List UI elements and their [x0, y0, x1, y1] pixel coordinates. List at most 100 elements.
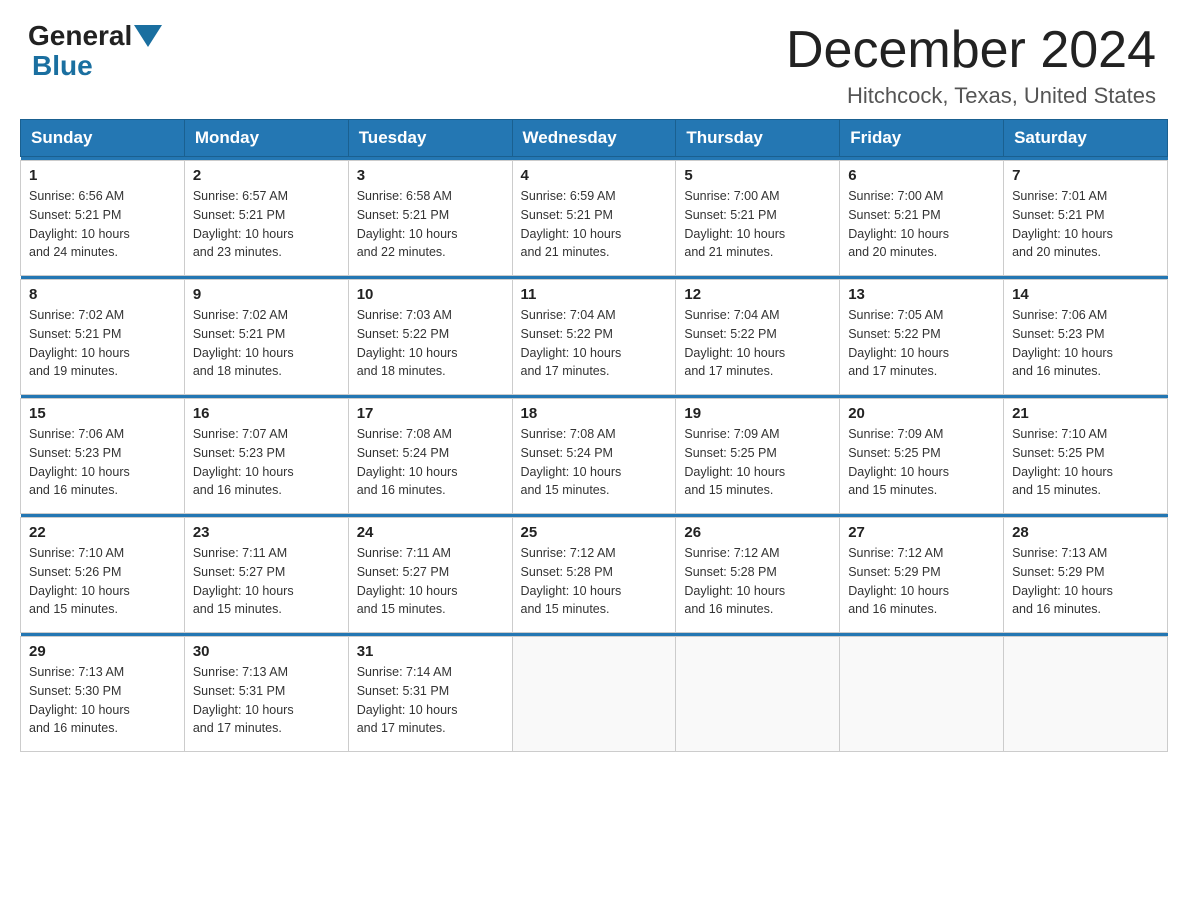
- calendar-body: 1 Sunrise: 6:56 AMSunset: 5:21 PMDaylight…: [21, 157, 1168, 752]
- header-day-monday: Monday: [184, 120, 348, 157]
- header-day-sunday: Sunday: [21, 120, 185, 157]
- day-info: Sunrise: 7:12 AMSunset: 5:28 PMDaylight:…: [684, 544, 831, 619]
- table-row: 23Sunrise: 7:11 AMSunset: 5:27 PMDayligh…: [184, 518, 348, 633]
- day-info: Sunrise: 7:10 AMSunset: 5:25 PMDaylight:…: [1012, 425, 1159, 500]
- table-row: 22Sunrise: 7:10 AMSunset: 5:26 PMDayligh…: [21, 518, 185, 633]
- table-row: [1004, 637, 1168, 752]
- table-row: 1 Sunrise: 6:56 AMSunset: 5:21 PMDaylight…: [21, 161, 185, 276]
- logo-blue-text: Blue: [32, 50, 93, 82]
- table-row: 5 Sunrise: 7:00 AMSunset: 5:21 PMDaylight…: [676, 161, 840, 276]
- table-row: 11 Sunrise: 7:04 AMSunset: 5:22 PMDayligh…: [512, 280, 676, 395]
- day-number: 12: [684, 286, 831, 303]
- day-info: Sunrise: 6:59 AMSunset: 5:21 PMDaylight:…: [521, 187, 668, 262]
- day-number: 16: [193, 405, 340, 422]
- table-row: 9Sunrise: 7:02 AMSunset: 5:21 PMDaylight…: [184, 280, 348, 395]
- day-info: Sunrise: 7:10 AMSunset: 5:26 PMDaylight:…: [29, 544, 176, 619]
- day-number: 3: [357, 167, 504, 184]
- day-number: 13: [848, 286, 995, 303]
- header-day-wednesday: Wednesday: [512, 120, 676, 157]
- day-number: 17: [357, 405, 504, 422]
- day-info: Sunrise: 7:13 AMSunset: 5:30 PMDaylight:…: [29, 663, 176, 738]
- day-info: Sunrise: 7:12 AMSunset: 5:29 PMDaylight:…: [848, 544, 995, 619]
- calendar-header: SundayMondayTuesdayWednesdayThursdayFrid…: [21, 120, 1168, 157]
- header-day-saturday: Saturday: [1004, 120, 1168, 157]
- day-info: Sunrise: 6:56 AMSunset: 5:21 PMDaylight:…: [29, 187, 176, 262]
- table-row: 15Sunrise: 7:06 AMSunset: 5:23 PMDayligh…: [21, 399, 185, 514]
- table-row: 31 Sunrise: 7:14 AMSunset: 5:31 PMDayligh…: [348, 637, 512, 752]
- calendar-week-row: 8 Sunrise: 7:02 AMSunset: 5:21 PMDaylight…: [21, 280, 1168, 395]
- table-row: 29 Sunrise: 7:13 AMSunset: 5:30 PMDayligh…: [21, 637, 185, 752]
- month-title: December 2024: [786, 22, 1156, 79]
- logo: General Blue: [28, 22, 164, 82]
- day-number: 8: [29, 286, 176, 303]
- day-info: Sunrise: 7:05 AMSunset: 5:22 PMDaylight:…: [848, 306, 995, 381]
- day-number: 28: [1012, 524, 1159, 541]
- table-row: [840, 637, 1004, 752]
- day-info: Sunrise: 7:00 AMSunset: 5:21 PMDaylight:…: [848, 187, 995, 262]
- header-day-thursday: Thursday: [676, 120, 840, 157]
- day-number: 5: [684, 167, 831, 184]
- day-info: Sunrise: 7:14 AMSunset: 5:31 PMDaylight:…: [357, 663, 504, 738]
- day-number: 31: [357, 643, 504, 660]
- day-number: 7: [1012, 167, 1159, 184]
- header: General Blue December 2024 Hitchcock, Te…: [0, 0, 1188, 119]
- day-info: Sunrise: 7:03 AMSunset: 5:22 PMDaylight:…: [357, 306, 504, 381]
- calendar-week-row: 22Sunrise: 7:10 AMSunset: 5:26 PMDayligh…: [21, 518, 1168, 633]
- day-info: Sunrise: 7:00 AMSunset: 5:21 PMDaylight:…: [684, 187, 831, 262]
- day-number: 9: [193, 286, 340, 303]
- day-number: 4: [521, 167, 668, 184]
- location-title: Hitchcock, Texas, United States: [786, 83, 1156, 109]
- logo-triangle-icon: [134, 25, 162, 47]
- calendar-week-row: 29 Sunrise: 7:13 AMSunset: 5:30 PMDayligh…: [21, 637, 1168, 752]
- day-number: 6: [848, 167, 995, 184]
- table-row: [676, 637, 840, 752]
- table-row: 21Sunrise: 7:10 AMSunset: 5:25 PMDayligh…: [1004, 399, 1168, 514]
- table-row: 14 Sunrise: 7:06 AMSunset: 5:23 PMDayligh…: [1004, 280, 1168, 395]
- day-number: 2: [193, 167, 340, 184]
- header-day-friday: Friday: [840, 120, 1004, 157]
- table-row: 4 Sunrise: 6:59 AMSunset: 5:21 PMDaylight…: [512, 161, 676, 276]
- day-info: Sunrise: 7:09 AMSunset: 5:25 PMDaylight:…: [848, 425, 995, 500]
- table-row: 16Sunrise: 7:07 AMSunset: 5:23 PMDayligh…: [184, 399, 348, 514]
- day-number: 30: [193, 643, 340, 660]
- table-row: 8 Sunrise: 7:02 AMSunset: 5:21 PMDaylight…: [21, 280, 185, 395]
- page-container: General Blue December 2024 Hitchcock, Te…: [0, 0, 1188, 772]
- table-row: 2Sunrise: 6:57 AMSunset: 5:21 PMDaylight…: [184, 161, 348, 276]
- day-info: Sunrise: 7:04 AMSunset: 5:22 PMDaylight:…: [521, 306, 668, 381]
- day-number: 27: [848, 524, 995, 541]
- table-row: 3 Sunrise: 6:58 AMSunset: 5:21 PMDaylight…: [348, 161, 512, 276]
- day-info: Sunrise: 7:12 AMSunset: 5:28 PMDaylight:…: [521, 544, 668, 619]
- calendar-week-row: 15Sunrise: 7:06 AMSunset: 5:23 PMDayligh…: [21, 399, 1168, 514]
- header-row: SundayMondayTuesdayWednesdayThursdayFrid…: [21, 120, 1168, 157]
- day-number: 1: [29, 167, 176, 184]
- title-area: December 2024 Hitchcock, Texas, United S…: [786, 22, 1156, 109]
- calendar-wrapper: SundayMondayTuesdayWednesdayThursdayFrid…: [0, 119, 1188, 772]
- day-number: 10: [357, 286, 504, 303]
- day-info: Sunrise: 7:11 AMSunset: 5:27 PMDaylight:…: [193, 544, 340, 619]
- day-info: Sunrise: 7:09 AMSunset: 5:25 PMDaylight:…: [684, 425, 831, 500]
- day-number: 26: [684, 524, 831, 541]
- day-number: 18: [521, 405, 668, 422]
- table-row: 17 Sunrise: 7:08 AMSunset: 5:24 PMDayligh…: [348, 399, 512, 514]
- day-info: Sunrise: 7:08 AMSunset: 5:24 PMDaylight:…: [521, 425, 668, 500]
- table-row: 7Sunrise: 7:01 AMSunset: 5:21 PMDaylight…: [1004, 161, 1168, 276]
- day-info: Sunrise: 7:13 AMSunset: 5:29 PMDaylight:…: [1012, 544, 1159, 619]
- day-number: 29: [29, 643, 176, 660]
- day-number: 11: [521, 286, 668, 303]
- calendar-week-row: 1 Sunrise: 6:56 AMSunset: 5:21 PMDaylight…: [21, 161, 1168, 276]
- day-number: 14: [1012, 286, 1159, 303]
- day-info: Sunrise: 7:11 AMSunset: 5:27 PMDaylight:…: [357, 544, 504, 619]
- table-row: 13 Sunrise: 7:05 AMSunset: 5:22 PMDayligh…: [840, 280, 1004, 395]
- calendar-table: SundayMondayTuesdayWednesdayThursdayFrid…: [20, 119, 1168, 752]
- table-row: 26 Sunrise: 7:12 AMSunset: 5:28 PMDayligh…: [676, 518, 840, 633]
- day-info: Sunrise: 7:08 AMSunset: 5:24 PMDaylight:…: [357, 425, 504, 500]
- day-info: Sunrise: 6:58 AMSunset: 5:21 PMDaylight:…: [357, 187, 504, 262]
- day-info: Sunrise: 7:06 AMSunset: 5:23 PMDaylight:…: [1012, 306, 1159, 381]
- table-row: 6 Sunrise: 7:00 AMSunset: 5:21 PMDaylight…: [840, 161, 1004, 276]
- header-day-tuesday: Tuesday: [348, 120, 512, 157]
- table-row: 30Sunrise: 7:13 AMSunset: 5:31 PMDayligh…: [184, 637, 348, 752]
- table-row: 28 Sunrise: 7:13 AMSunset: 5:29 PMDayligh…: [1004, 518, 1168, 633]
- logo-text: General: [28, 22, 164, 50]
- day-info: Sunrise: 7:02 AMSunset: 5:21 PMDaylight:…: [29, 306, 176, 381]
- table-row: 10 Sunrise: 7:03 AMSunset: 5:22 PMDayligh…: [348, 280, 512, 395]
